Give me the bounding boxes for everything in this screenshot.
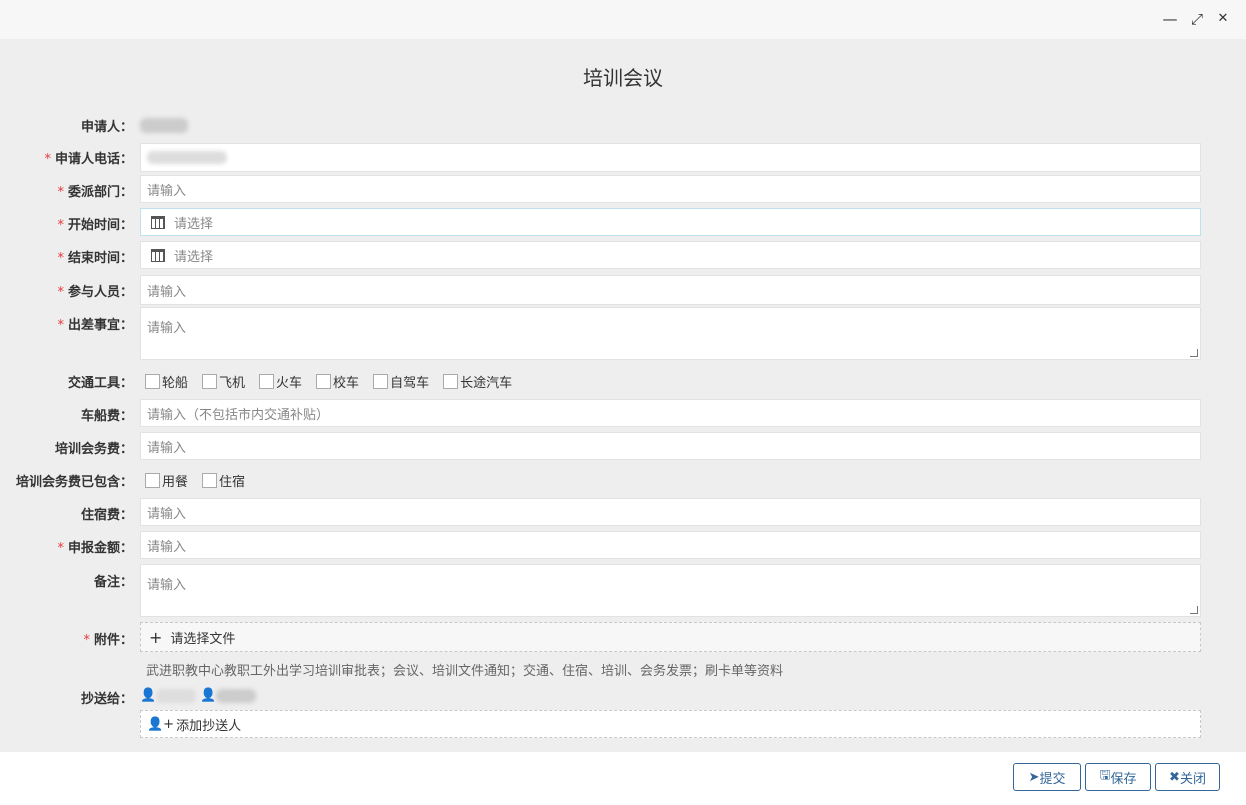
plus-icon: + [149, 627, 163, 647]
page-title: 培训会议 [583, 66, 663, 90]
applicant-name-redacted [140, 118, 188, 133]
fee-input[interactable]: 请输入 [140, 432, 1201, 460]
transport-label: 交通工具： [67, 376, 133, 391]
save-icon: 🖫 [1099, 768, 1111, 783]
participants-input[interactable]: 请输入 [140, 275, 1201, 305]
add-user-icon: 👤+ [147, 716, 175, 732]
resize-handle[interactable] [1190, 606, 1198, 614]
close-button[interactable]: ✖ 关闭 [1155, 763, 1220, 791]
participants-label: * 参与人员： [57, 285, 133, 300]
window-titlebar: — ⤢ ✕ [0, 0, 1246, 39]
checkbox-plane[interactable]: 飞机 [202, 372, 245, 391]
resize-handle[interactable] [1190, 349, 1198, 357]
choose-file-button[interactable]: + 请选择文件 [140, 622, 1201, 652]
calendar-icon [151, 248, 165, 262]
dept-label: * 委派部门： [57, 185, 133, 200]
fare-input[interactable]: 请输入（不包括市内交通补贴） [140, 399, 1201, 427]
amount-input[interactable]: 请输入 [140, 531, 1201, 559]
cc-person: 👤 [200, 688, 257, 703]
close-icon: ✖ [1169, 769, 1180, 785]
attachment-hint: 武进职教中心教职工外出学习培训审批表；会议、培训文件通知；交通、住宿、培训、会务… [146, 664, 784, 679]
transport-options: 轮船 飞机 火车 校车 自驾车 长途汽车 [145, 372, 526, 391]
checkbox-meals[interactable]: 用餐 [145, 471, 188, 490]
fare-label: 车船费： [80, 409, 133, 424]
included-label: 培训会务费已包含： [15, 475, 133, 490]
attachment-label: * 附件： [83, 633, 133, 648]
checkbox-school-bus[interactable]: 校车 [316, 372, 359, 391]
cc-person: 👤 [140, 688, 197, 703]
checkbox-ship[interactable]: 轮船 [145, 372, 188, 391]
end-date-picker[interactable]: 请选择 [140, 241, 1201, 269]
maximize-icon[interactable]: ⤢ [1188, 10, 1206, 28]
checkbox-coach[interactable]: 长途汽车 [443, 372, 512, 391]
applicant-label: 申请人： [80, 120, 133, 135]
close-icon[interactable]: ✕ [1214, 10, 1232, 28]
fee-label: 培训会务费： [54, 442, 133, 457]
phone-input[interactable] [140, 143, 1201, 172]
matter-label: * 出差事宜： [57, 318, 133, 333]
lodging-input[interactable]: 请输入 [140, 498, 1201, 526]
send-icon: ➤ [1028, 769, 1040, 785]
remark-label: 备注： [93, 575, 133, 590]
checkbox-self-drive[interactable]: 自驾车 [373, 372, 429, 391]
save-button[interactable]: 🖫 保存 [1085, 763, 1151, 791]
matter-textarea[interactable]: 请输入 [140, 307, 1201, 360]
end-label: * 结束时间： [57, 251, 133, 266]
add-cc-button[interactable]: 👤+ 添加抄送人 [140, 710, 1201, 738]
lodging-label: 住宿费： [80, 508, 133, 523]
dept-input[interactable]: 请输入 [140, 175, 1201, 203]
phone-label: * 申请人电话： [44, 152, 133, 167]
minimize-icon[interactable]: — [1161, 10, 1179, 28]
included-options: 用餐 住宿 [145, 471, 259, 490]
checkbox-train[interactable]: 火车 [259, 372, 302, 391]
submit-button[interactable]: ➤ 提交 [1013, 763, 1081, 791]
cc-label: 抄送给： [80, 692, 133, 707]
calendar-icon [151, 215, 165, 229]
start-label: * 开始时间： [57, 218, 133, 233]
user-icon: 👤 [200, 688, 217, 703]
amount-label: * 申报金额： [57, 541, 133, 556]
checkbox-lodging[interactable]: 住宿 [202, 471, 245, 490]
start-date-picker[interactable]: 请选择 [140, 208, 1201, 236]
user-icon: 👤 [140, 688, 157, 703]
remark-textarea[interactable]: 请输入 [140, 564, 1201, 617]
